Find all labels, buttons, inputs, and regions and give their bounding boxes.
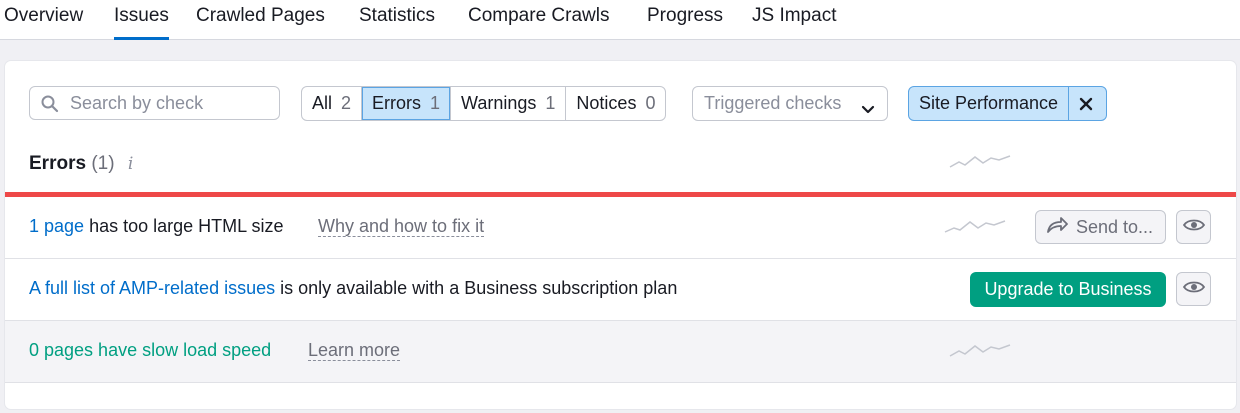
triggered-checks-label: Triggered checks [704,93,842,113]
filter-errors-count: 1 [430,93,441,113]
send-to-button[interactable]: Send to... [1035,210,1166,244]
filter-warnings-count: 1 [545,93,556,113]
learn-more-link[interactable]: Learn more [308,340,401,361]
section-title-count: (1) [91,153,115,174]
tab-crawled-pages[interactable]: Crawled Pages [196,4,325,40]
section-title: Errors (1) i [29,153,133,175]
tab-js-impact[interactable]: JS Impact [752,4,836,40]
slow-load-pages-link[interactable]: 0 pages have slow load speed [29,340,271,360]
issue-description: has too large HTML size [84,216,284,236]
trend-sparkline-icon [949,155,1011,168]
trend-sparkline-icon [944,220,1006,233]
tab-compare-crawls[interactable]: Compare Crawls [468,4,609,40]
issue-row-amp: A full list of AMP-related issues is onl… [5,259,1236,321]
issue-row-html-size: 1 page has too large HTML size Why and h… [5,197,1236,259]
search-icon [41,95,59,118]
eye-icon [1182,280,1205,299]
filter-all-count: 2 [341,93,352,113]
filter-warnings-label: Warnings [461,93,537,113]
upgrade-to-business-button[interactable]: Upgrade to Business [970,272,1166,307]
triggered-checks-dropdown[interactable]: Triggered checks [692,86,888,121]
issue-text: 1 page has too large HTML size [29,216,283,237]
chevron-down-icon [861,99,875,120]
eye-icon [1182,218,1205,237]
issue-row-slow-load: 0 pages have slow load speed Learn more [5,321,1236,383]
section-title-label: Errors [29,153,87,174]
trend-sparkline-icon [949,344,1011,357]
filter-errors-button[interactable]: Errors 1 [362,87,452,120]
issue-text: A full list of AMP-related issues is onl… [29,278,677,299]
filter-notices-label: Notices [576,93,637,113]
share-arrow-icon [1046,216,1068,239]
filter-notices-count: 0 [645,93,656,113]
why-and-how-to-fix-link[interactable]: Why and how to fix it [318,216,485,237]
issue-description: is only available with a Business subscr… [275,278,678,298]
tab-progress[interactable]: Progress [647,4,723,40]
hide-issue-button[interactable] [1176,272,1211,306]
severity-filter: All 2 Errors 1 Warnings 1 Notices 0 [301,86,667,121]
search-box[interactable] [29,86,280,120]
tab-overview[interactable]: Overview [4,4,83,40]
chip-label: Site Performance [909,87,1070,120]
filter-warnings-button[interactable]: Warnings 1 [451,87,567,120]
top-navigation: Overview Issues Crawled Pages Statistics… [0,0,1240,40]
tab-statistics[interactable]: Statistics [359,4,435,40]
close-icon[interactable] [1069,87,1102,120]
site-performance-chip: Site Performance [908,86,1107,121]
info-icon[interactable]: i [128,154,133,174]
issue-text: 0 pages have slow load speed [29,340,271,361]
issues-card: All 2 Errors 1 Warnings 1 Notices 0 Trig… [5,61,1236,409]
search-input[interactable] [70,91,270,115]
issue-pages-link[interactable]: 1 page [29,216,84,236]
filter-errors-label: Errors [372,93,422,113]
filter-notices-button[interactable]: Notices 0 [566,87,665,120]
tab-issues[interactable]: Issues [114,4,169,40]
hide-issue-button[interactable] [1176,210,1211,244]
filter-all-button[interactable]: All 2 [302,87,363,120]
amp-issues-link[interactable]: A full list of AMP-related issues [29,278,275,298]
send-to-label: Send to... [1076,216,1154,237]
filter-all-label: All [312,93,333,113]
